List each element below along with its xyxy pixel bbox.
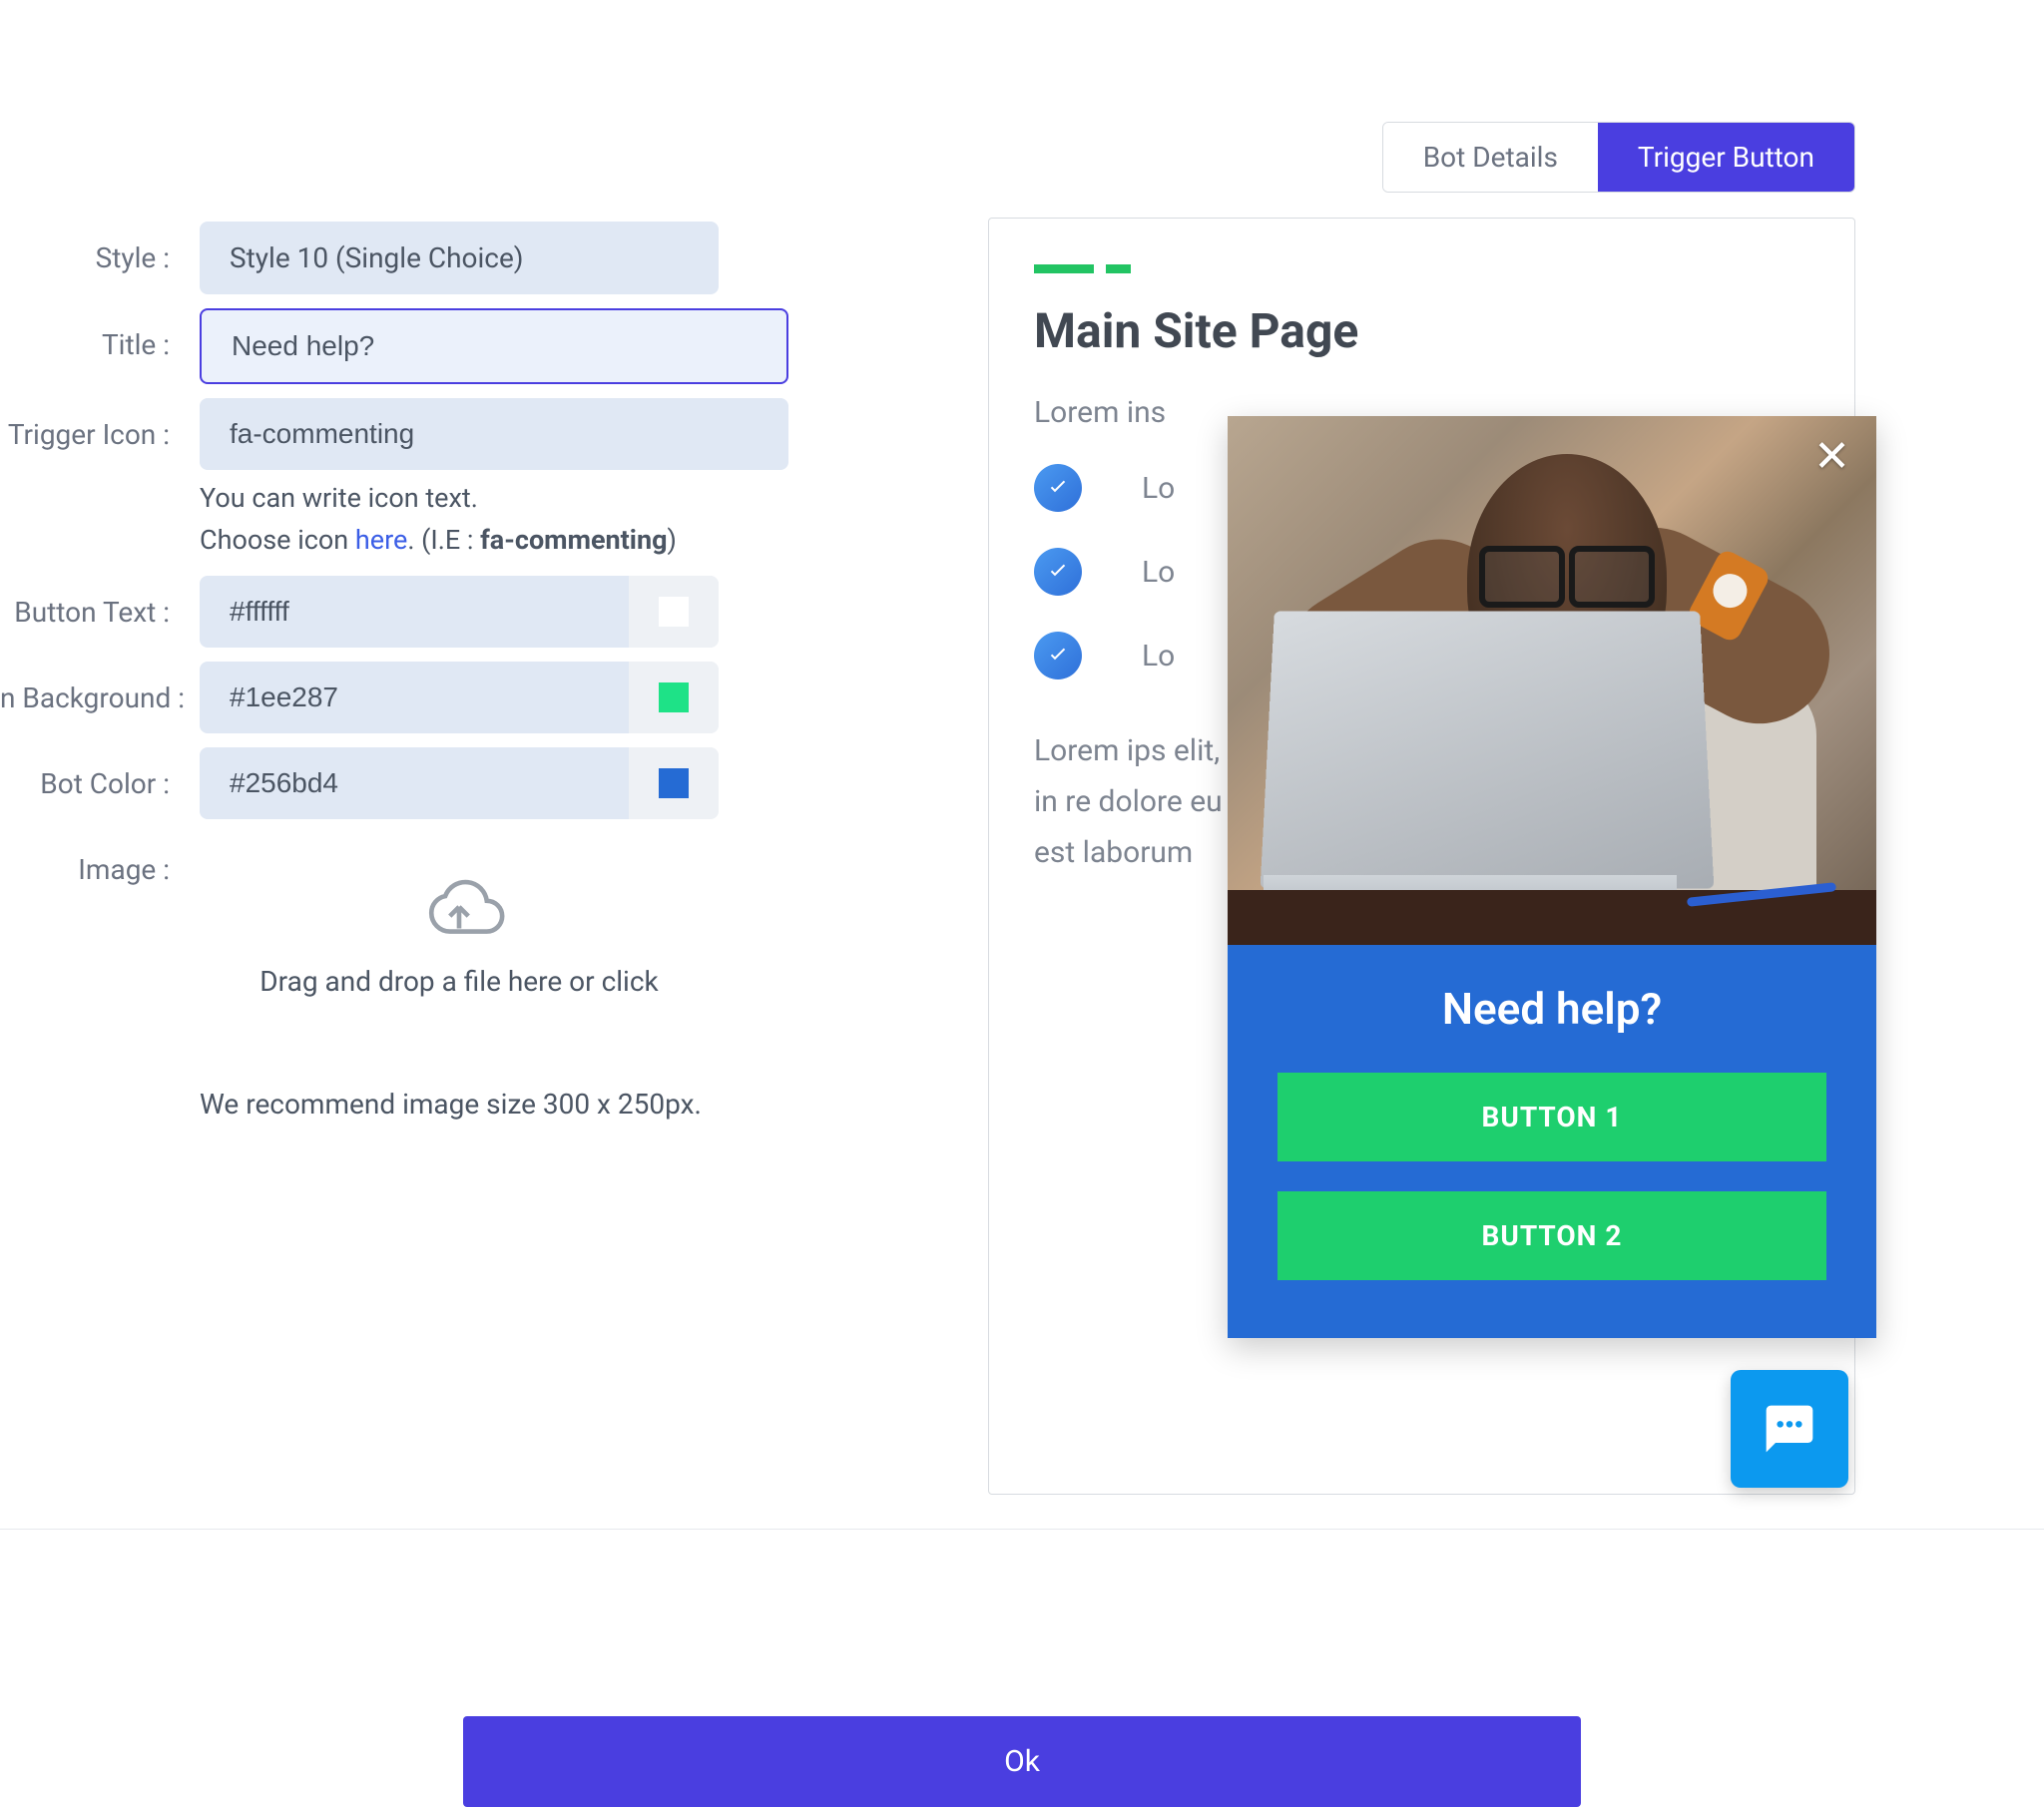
popup-button-2[interactable]: BUTTON 2 <box>1278 1191 1826 1280</box>
list-item-text: Lo <box>1142 555 1175 590</box>
helper-line1: You can write icon text. <box>200 482 478 514</box>
image-dropzone[interactable]: Drag and drop a file here or click <box>200 873 719 998</box>
popup-image: ✕ <box>1228 416 1876 945</box>
divider <box>0 1529 2044 1530</box>
style-select[interactable]: Style 10 (Single Choice) <box>200 222 719 294</box>
helper-link[interactable]: here <box>355 524 407 556</box>
bot-color-label: Bot Color : <box>0 747 200 800</box>
button-bg-label: n Background : <box>0 662 200 714</box>
helper-line2-suffix: ) <box>668 524 677 556</box>
image-recommend: We recommend image size 300 x 250px. <box>200 1088 719 1121</box>
trigger-icon-input[interactable] <box>200 398 788 470</box>
button-bg-swatch <box>659 682 689 712</box>
list-item-text: Lo <box>1142 471 1175 506</box>
popup-button-1[interactable]: BUTTON 1 <box>1278 1073 1826 1161</box>
button-text-label: Button Text : <box>0 576 200 629</box>
chat-icon <box>1762 1401 1817 1457</box>
trigger-icon-label: Trigger Icon : <box>0 398 200 451</box>
preview-panel: Main Site Page Lorem ins Lo Lo Lo Lorem … <box>988 218 1855 1495</box>
ok-button[interactable]: Ok <box>463 1716 1581 1807</box>
accent-bars <box>1034 258 1809 277</box>
dropzone-text: Drag and drop a file here or click <box>200 965 719 998</box>
button-text-color-input[interactable] <box>200 576 629 648</box>
check-icon <box>1034 548 1082 596</box>
button-bg-color-input[interactable] <box>200 662 629 733</box>
tab-bot-details[interactable]: Bot Details <box>1383 123 1598 192</box>
popup-card: ✕ Need help? BUTTON 1 BUTTON 2 <box>1228 416 1876 1338</box>
chat-fab[interactable] <box>1731 1370 1848 1488</box>
check-icon <box>1034 632 1082 679</box>
popup-title: Need help? <box>1278 983 1826 1035</box>
list-item-text: Lo <box>1142 639 1175 674</box>
close-icon[interactable]: ✕ <box>1813 434 1850 478</box>
button-text-swatch <box>659 597 689 627</box>
preview-title: Main Site Page <box>1034 302 1809 359</box>
title-input[interactable] <box>200 308 788 384</box>
style-label: Style : <box>0 222 200 274</box>
button-text-swatch-cell[interactable] <box>629 576 719 648</box>
helper-line2-prefix: Choose icon <box>200 524 355 556</box>
tab-strip: Bot Details Trigger Button <box>1382 122 1855 193</box>
helper-example: fa-commenting <box>480 524 667 556</box>
bot-color-swatch-cell[interactable] <box>629 747 719 819</box>
form-column: Style : Style 10 (Single Choice) Title :… <box>0 222 788 1130</box>
button-bg-swatch-cell[interactable] <box>629 662 719 733</box>
tab-trigger-button[interactable]: Trigger Button <box>1598 123 1854 192</box>
image-label: Image : <box>0 833 200 886</box>
upload-cloud-icon <box>409 873 509 947</box>
bot-color-swatch <box>659 768 689 798</box>
title-label: Title : <box>0 308 200 361</box>
check-icon <box>1034 464 1082 512</box>
bot-color-input[interactable] <box>200 747 629 819</box>
helper-line2-mid: . (I.E : <box>407 524 480 556</box>
